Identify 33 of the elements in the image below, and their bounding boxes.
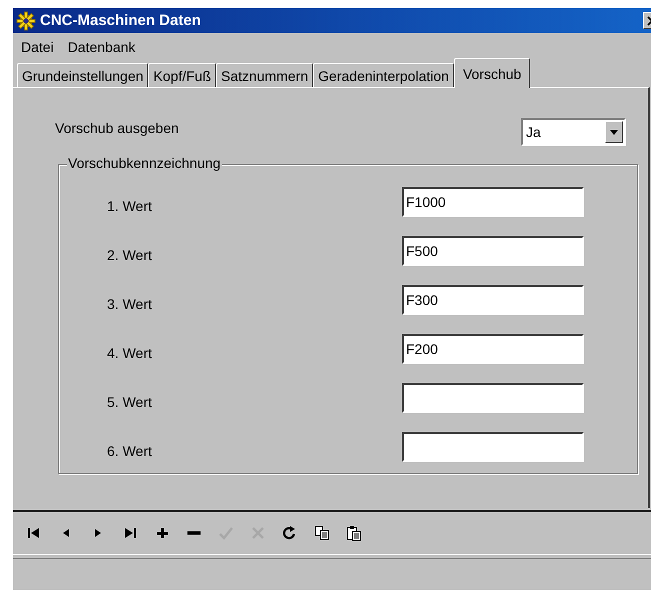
input-field[interactable] xyxy=(402,432,584,462)
field-label: 6. Wert xyxy=(107,442,153,458)
input-field[interactable]: F500 xyxy=(402,236,584,266)
menu-item[interactable]: Datei xyxy=(21,39,54,55)
minus-icon xyxy=(186,530,202,536)
input-field[interactable] xyxy=(402,382,584,412)
checkmark-icon xyxy=(218,525,234,541)
field-label: 4. Wert xyxy=(107,344,153,360)
tab[interactable]: Vorschub xyxy=(454,58,530,88)
input-field[interactable]: F200 xyxy=(402,334,584,364)
tab[interactable]: Satznummern xyxy=(216,63,314,87)
last-record-icon xyxy=(122,525,138,541)
field-label: 1. Wert xyxy=(107,198,153,214)
tab[interactable]: Grundeinstellungen xyxy=(17,63,148,87)
paste-icon xyxy=(346,525,362,541)
menu-item[interactable]: Datenbank xyxy=(68,39,136,55)
field-label: Vorschub ausgeben xyxy=(55,120,179,136)
input-field[interactable]: F1000 xyxy=(402,186,584,216)
dropdown[interactable]: Ja xyxy=(521,118,626,146)
first-record-icon xyxy=(26,525,42,541)
field-label: 2. Wert xyxy=(107,246,153,262)
copy-icon xyxy=(314,525,330,541)
field-label: 3. Wert xyxy=(107,296,153,312)
group-title: Vorschubkennzeichnung xyxy=(67,155,222,171)
refresh-icon xyxy=(282,525,298,541)
plus-icon xyxy=(154,525,170,541)
window-title: CNC-Maschinen Daten xyxy=(40,12,202,29)
field-label: 5. Wert xyxy=(107,394,153,410)
tab[interactable]: Kopf/Fuß xyxy=(148,63,216,87)
cancel-icon xyxy=(250,525,266,541)
gear-icon xyxy=(16,10,36,30)
tab[interactable]: Geradeninterpolation xyxy=(313,63,454,87)
input-field[interactable]: F300 xyxy=(402,284,584,314)
